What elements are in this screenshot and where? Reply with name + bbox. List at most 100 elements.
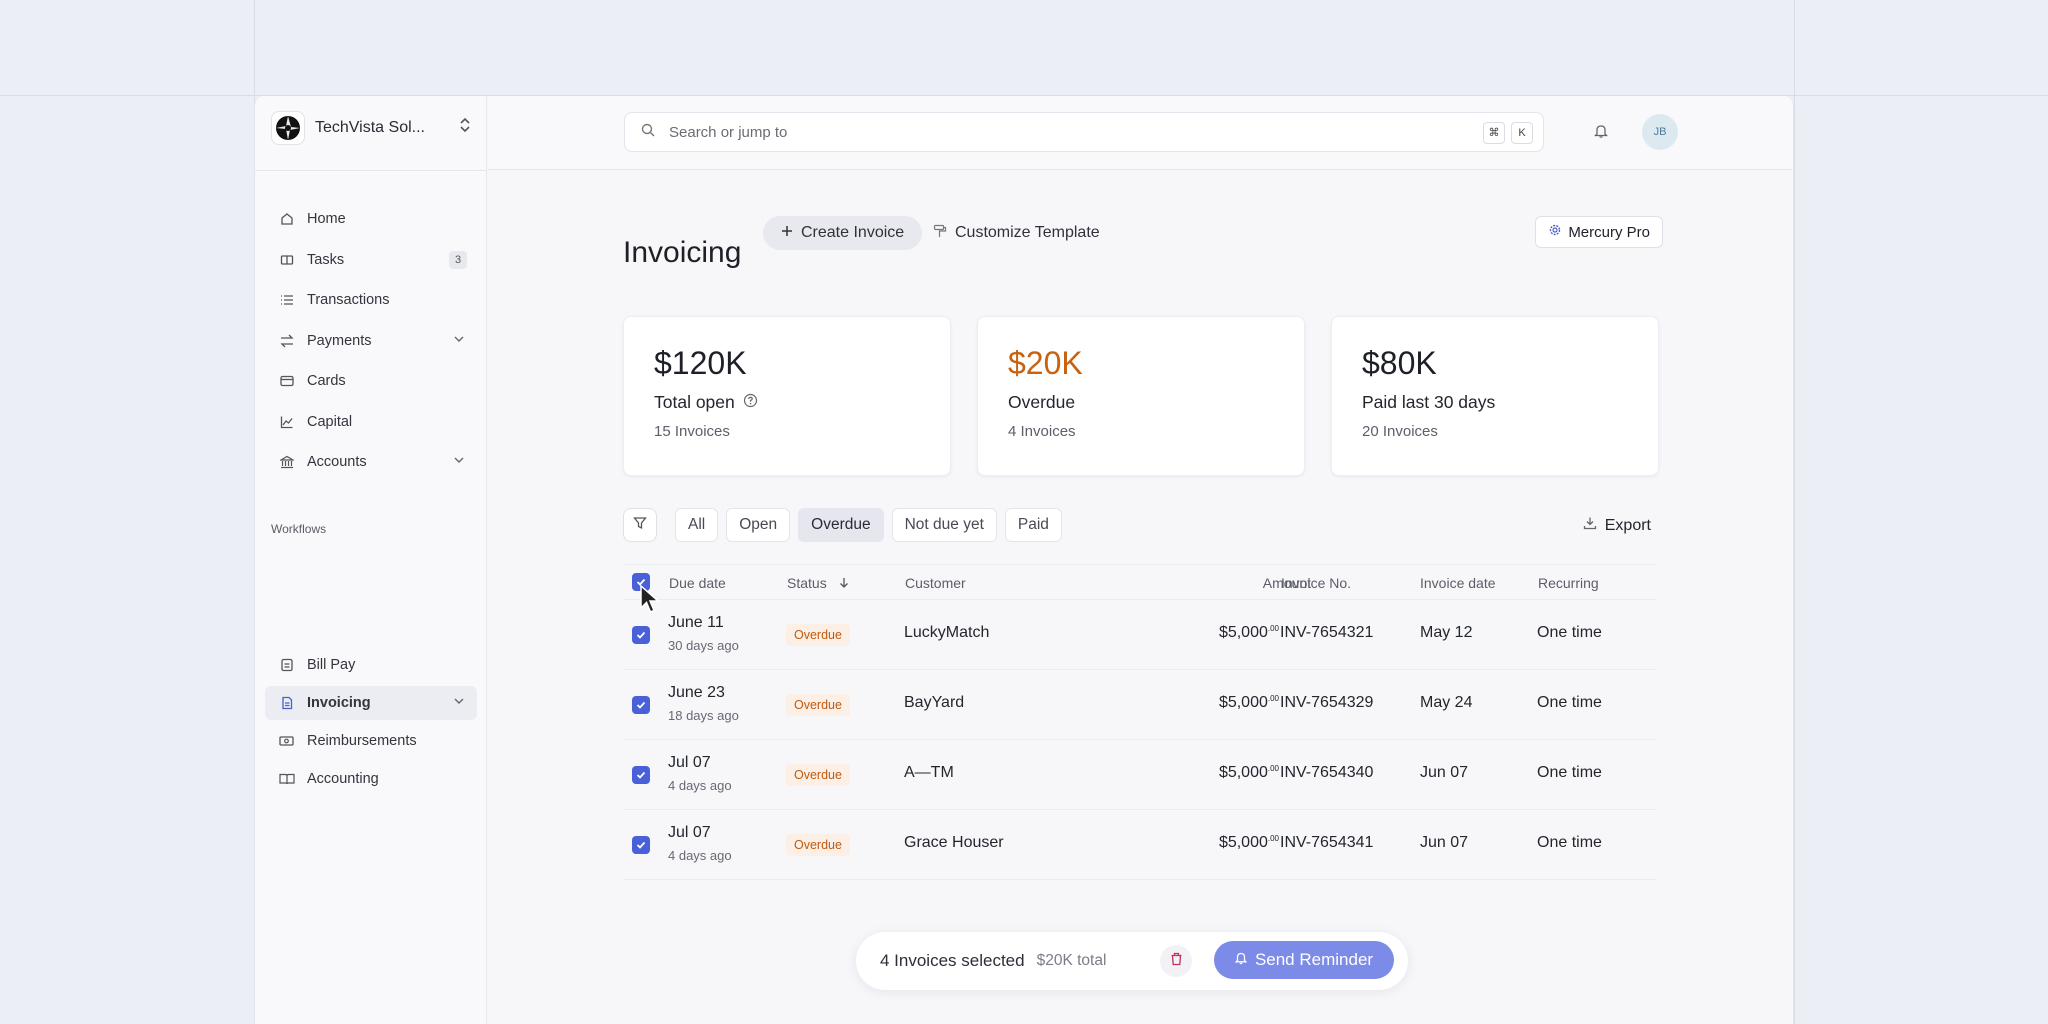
stat-label: Total open (654, 392, 920, 413)
chevron-updown-icon[interactable] (459, 116, 471, 135)
invoice-number: INV-7654329 (1280, 694, 1374, 711)
download-icon (1583, 516, 1597, 535)
table-row[interactable]: June 23 18 days ago Overdue BayYard $5,0… (623, 670, 1657, 740)
customize-template-button[interactable]: Customize Template (933, 216, 1100, 250)
bill-icon (279, 657, 295, 673)
main-nav: Home Tasks 3 Transactions Payments Cards (265, 202, 477, 486)
shortcut-key-cmd: ⌘ (1483, 122, 1505, 144)
table-row[interactable]: June 11 30 days ago Overdue LuckyMatch $… (623, 600, 1657, 670)
sidebar-item-label: Reimbursements (307, 733, 417, 749)
status-badge: Overdue (786, 834, 850, 856)
create-invoice-button[interactable]: Create Invoice (763, 216, 923, 250)
transfer-icon (279, 333, 295, 349)
sidebar-item-transactions[interactable]: Transactions (265, 283, 477, 317)
sidebar-item-invoicing[interactable]: Invoicing (265, 686, 477, 720)
amount-cents: .00 (1267, 694, 1279, 703)
amount-cents: .00 (1267, 834, 1279, 843)
due-relative: 18 days ago (668, 708, 739, 723)
row-checkbox[interactable] (632, 626, 650, 644)
sidebar: TechVista Sol... Home Tasks 3 Transactio… (255, 96, 487, 1024)
table-row[interactable]: Jul 07 4 days ago Overdue A—TM $5,000.00… (623, 740, 1657, 810)
amount-value: $5,000 (1218, 624, 1268, 641)
invoice-number: INV-7654341 (1280, 834, 1374, 851)
sidebar-item-tasks[interactable]: Tasks 3 (265, 243, 477, 277)
column-header-invoice-no[interactable]: Invoice No. (1281, 575, 1351, 591)
search-input[interactable]: Search or jump to ⌘ K (624, 112, 1544, 152)
top-bar: Search or jump to ⌘ K JB (488, 96, 1793, 170)
page-title: Invoicing (623, 236, 742, 269)
filter-button[interactable] (623, 508, 657, 542)
row-checkbox[interactable] (632, 696, 650, 714)
filter-chip-open[interactable]: Open (726, 508, 791, 542)
column-header-customer[interactable]: Customer (905, 575, 966, 591)
stat-label: Overdue (1008, 392, 1076, 412)
mercury-pro-button[interactable]: Mercury Pro (1535, 216, 1663, 248)
amount-value: $5,000 (1218, 834, 1268, 851)
sidebar-item-bill-pay[interactable]: Bill Pay (265, 648, 477, 682)
book-icon (279, 771, 295, 787)
due-date: June 11 (668, 614, 724, 631)
avatar[interactable]: JB (1642, 114, 1678, 150)
background-guide-right (1794, 0, 1795, 1024)
sidebar-item-accounting[interactable]: Accounting (265, 762, 477, 796)
chevron-down-icon[interactable] (453, 454, 465, 470)
sidebar-item-label: Capital (307, 413, 353, 430)
sidebar-item-reimbursements[interactable]: Reimbursements (265, 724, 477, 758)
filter-chip-overdue[interactable]: Overdue (798, 508, 884, 542)
due-relative: 30 days ago (668, 638, 739, 653)
chevron-down-icon[interactable] (453, 695, 465, 711)
sidebar-item-cards[interactable]: Cards (265, 364, 477, 398)
create-invoice-label: Create Invoice (801, 224, 905, 241)
column-header-due-date[interactable]: Due date (669, 575, 726, 591)
org-logo-icon (271, 111, 305, 145)
sidebar-item-payments[interactable]: Payments (265, 324, 477, 358)
stat-card-total-open[interactable]: $120K Total open 15 Invoices (623, 316, 951, 476)
amount: $5,000.00 (1173, 624, 1279, 642)
send-reminder-button[interactable]: Send Reminder (1214, 941, 1394, 979)
column-header-invoice-date[interactable]: Invoice date (1420, 575, 1496, 591)
workflows-nav: Bill Pay Invoicing Reimbursements Accoun… (265, 648, 477, 803)
sidebar-item-label: Tasks (307, 251, 345, 268)
stat-label-text: Total open (654, 392, 735, 412)
sidebar-item-label: Accounting (307, 771, 379, 787)
filter-chip-all[interactable]: All (675, 508, 719, 542)
invoice-number: INV-7654321 (1280, 624, 1374, 641)
filter-chip-not-due-yet[interactable]: Not due yet (891, 508, 997, 542)
row-checkbox[interactable] (632, 836, 650, 854)
receipt-icon (279, 733, 295, 749)
due-date: Jul 07 (668, 754, 711, 771)
selected-count: 4 Invoices selected (880, 951, 1025, 970)
export-button[interactable]: Export (1583, 516, 1651, 535)
sidebar-item-accounts[interactable]: Accounts (265, 445, 477, 479)
column-header-status[interactable]: Status (787, 575, 849, 591)
workflows-section-label: Workflows (271, 522, 327, 536)
sidebar-item-label: Payments (307, 332, 372, 349)
stat-card-overdue[interactable]: $20K Overdue 4 Invoices (977, 316, 1305, 476)
help-icon[interactable] (743, 392, 758, 413)
bank-icon (279, 454, 295, 470)
tasks-count-badge: 3 (449, 250, 467, 269)
sidebar-item-capital[interactable]: Capital (265, 405, 477, 439)
invoice-date: Jun 07 (1420, 834, 1469, 851)
due-relative: 4 days ago (668, 848, 732, 863)
card-icon (279, 373, 295, 389)
sidebar-item-label: Transactions (307, 292, 390, 308)
column-header-recurring[interactable]: Recurring (1538, 575, 1599, 591)
stat-card-paid[interactable]: $80K Paid last 30 days 20 Invoices (1331, 316, 1659, 476)
bell-icon (1234, 950, 1248, 970)
sidebar-item-home[interactable]: Home (265, 202, 477, 236)
search-placeholder: Search or jump to (669, 123, 788, 141)
table-row[interactable]: Jul 07 4 days ago Overdue Grace Houser $… (623, 810, 1657, 880)
stat-value: $120K (654, 345, 747, 381)
row-checkbox[interactable] (632, 766, 650, 784)
chevron-down-icon[interactable] (453, 333, 465, 349)
delete-button[interactable] (1160, 945, 1192, 977)
chart-icon (279, 414, 295, 430)
mouse-cursor-icon (640, 584, 662, 620)
customer-name: A—TM (904, 764, 954, 781)
sidebar-item-label: Bill Pay (307, 657, 356, 673)
org-switcher[interactable]: TechVista Sol... (271, 110, 471, 146)
stat-label: Paid last 30 days (1362, 392, 1496, 412)
filter-chip-paid[interactable]: Paid (1004, 508, 1062, 542)
bell-icon[interactable] (1593, 123, 1609, 144)
